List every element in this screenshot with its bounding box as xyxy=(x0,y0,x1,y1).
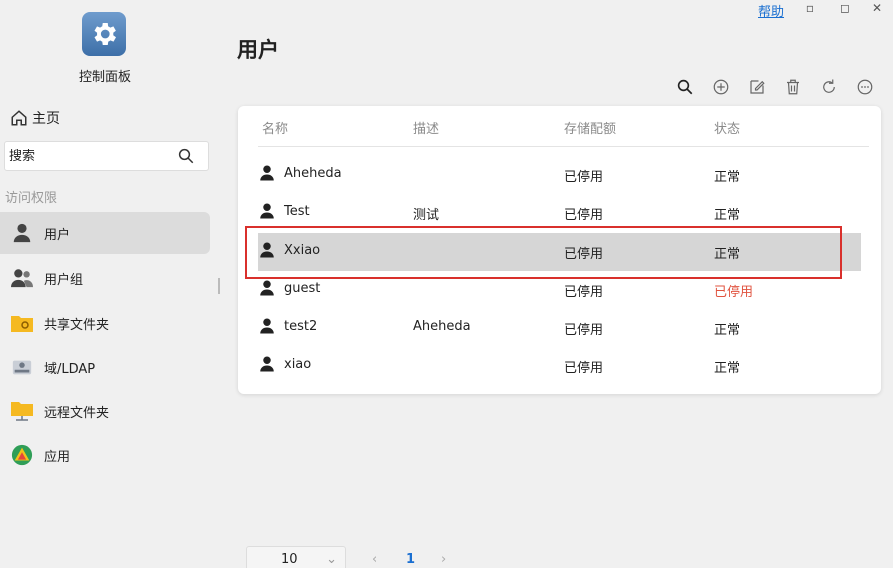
user-icon xyxy=(10,221,34,245)
row-quota: 已停用 xyxy=(564,247,604,262)
delete-icon[interactable] xyxy=(782,76,804,98)
search-input[interactable] xyxy=(5,148,177,164)
sidebar-item-ldap[interactable]: 域/LDAP xyxy=(0,346,210,388)
remote-folder-icon xyxy=(10,399,34,423)
maximize-icon[interactable]: ◻ xyxy=(835,0,855,16)
user-icon xyxy=(260,318,274,334)
column-header-description[interactable]: 描述 xyxy=(413,118,439,137)
sidebar-item-apps[interactable]: 应用 xyxy=(0,434,210,476)
help-link[interactable]: 帮助 xyxy=(758,1,784,20)
row-quota: 已停用 xyxy=(564,208,604,223)
edit-icon[interactable] xyxy=(746,76,768,98)
header-divider xyxy=(258,146,869,147)
table-header: 名称 描述 存储配额 状态 xyxy=(238,116,881,146)
row-name-cell: guest xyxy=(258,279,320,297)
shared-folder-icon xyxy=(10,311,34,335)
column-header-quota[interactable]: 存储配额 xyxy=(564,118,616,137)
sidebar-item-label: 用户组 xyxy=(44,272,84,288)
add-icon[interactable] xyxy=(710,76,732,98)
sidebar-item-user-groups[interactable]: 用户组 xyxy=(0,257,210,299)
prev-page-icon[interactable]: ‹ xyxy=(372,552,377,567)
more-icon[interactable] xyxy=(854,76,876,98)
row-name-cell: xiao xyxy=(258,355,311,373)
user-icon xyxy=(260,356,274,372)
refresh-icon[interactable] xyxy=(818,76,840,98)
row-name-cell: test2 xyxy=(258,317,317,335)
page-size-select[interactable]: 10 ⌄ xyxy=(246,546,346,568)
page-size-value: 10 xyxy=(281,551,298,567)
control-panel-logo xyxy=(82,12,126,56)
row-name-cell: Test xyxy=(258,202,310,220)
row-status: 已停用 xyxy=(714,285,754,300)
sidebar-item-label: 域/LDAP xyxy=(44,361,96,377)
sidebar-item-label: 共享文件夹 xyxy=(44,317,110,333)
home-link[interactable]: 主页 xyxy=(10,108,60,128)
row-name: Test xyxy=(284,203,310,219)
next-page-icon[interactable]: › xyxy=(441,552,446,567)
row-description: Aheheda xyxy=(413,319,471,334)
row-status: 正常 xyxy=(714,170,741,185)
row-name-cell: Aheheda xyxy=(258,164,342,182)
row-quota: 已停用 xyxy=(564,361,604,376)
sidebar-search[interactable] xyxy=(4,141,209,171)
table-row-selected[interactable]: Xxiao 已停用 正常 xyxy=(258,233,861,271)
minimize-icon[interactable]: ▫ xyxy=(800,0,820,16)
table-row[interactable]: Aheheda 已停用 正常 xyxy=(258,156,861,194)
user-group-icon xyxy=(10,266,34,290)
user-icon xyxy=(260,280,274,296)
row-status: 正常 xyxy=(714,208,741,223)
sidebar-item-label: 应用 xyxy=(44,449,71,465)
users-table-panel: 名称 描述 存储配额 状态 Aheheda 已停用 正常 Test 测试 已停用… xyxy=(238,106,881,394)
toolbar xyxy=(674,76,876,98)
page-number-current[interactable]: 1 xyxy=(406,552,415,567)
row-name: Xxiao xyxy=(284,242,321,258)
row-status: 正常 xyxy=(714,323,741,338)
row-status: 正常 xyxy=(714,247,741,262)
sidebar-item-remote-folders[interactable]: 远程文件夹 xyxy=(0,390,210,432)
gear-icon xyxy=(94,23,116,45)
row-quota: 已停用 xyxy=(564,323,604,338)
page-title: 用户 xyxy=(237,38,279,62)
section-label-access: 访问权限 xyxy=(5,191,58,206)
sidebar-item-label: 用户 xyxy=(44,227,71,243)
search-icon[interactable] xyxy=(674,76,696,98)
table-row[interactable]: Test 测试 已停用 正常 xyxy=(258,194,861,232)
row-name-cell: Xxiao xyxy=(258,241,320,259)
sidebar-resize-handle[interactable] xyxy=(218,278,220,294)
row-name: Aheheda xyxy=(284,165,342,181)
table-row[interactable]: xiao 已停用 正常 xyxy=(258,347,861,385)
row-description: 测试 xyxy=(413,208,440,223)
app-icon xyxy=(10,443,34,467)
home-label: 主页 xyxy=(32,111,60,127)
row-quota: 已停用 xyxy=(564,285,604,300)
table-row[interactable]: test2 Aheheda 已停用 正常 xyxy=(258,309,861,347)
row-name: test2 xyxy=(284,318,318,334)
app-name: 控制面板 xyxy=(78,70,131,85)
user-icon xyxy=(260,165,274,181)
ldap-icon xyxy=(10,355,34,379)
sidebar-item-shared-folders[interactable]: 共享文件夹 xyxy=(0,302,210,344)
row-name: xiao xyxy=(284,356,312,372)
row-status: 正常 xyxy=(714,361,741,376)
close-icon[interactable]: ✕ xyxy=(867,0,887,16)
row-name: guest xyxy=(284,280,321,296)
sidebar-item-users[interactable]: 用户 xyxy=(0,212,210,254)
chevron-down-icon: ⌄ xyxy=(326,551,337,567)
column-header-name[interactable]: 名称 xyxy=(262,118,288,137)
sidebar-item-label: 远程文件夹 xyxy=(44,405,110,421)
search-icon[interactable] xyxy=(177,147,195,165)
user-icon xyxy=(260,242,274,258)
table-row[interactable]: guest 已停用 已停用 xyxy=(258,271,861,309)
column-header-status[interactable]: 状态 xyxy=(714,118,740,137)
home-icon xyxy=(11,110,27,126)
user-icon xyxy=(260,203,274,219)
row-quota: 已停用 xyxy=(564,170,604,185)
